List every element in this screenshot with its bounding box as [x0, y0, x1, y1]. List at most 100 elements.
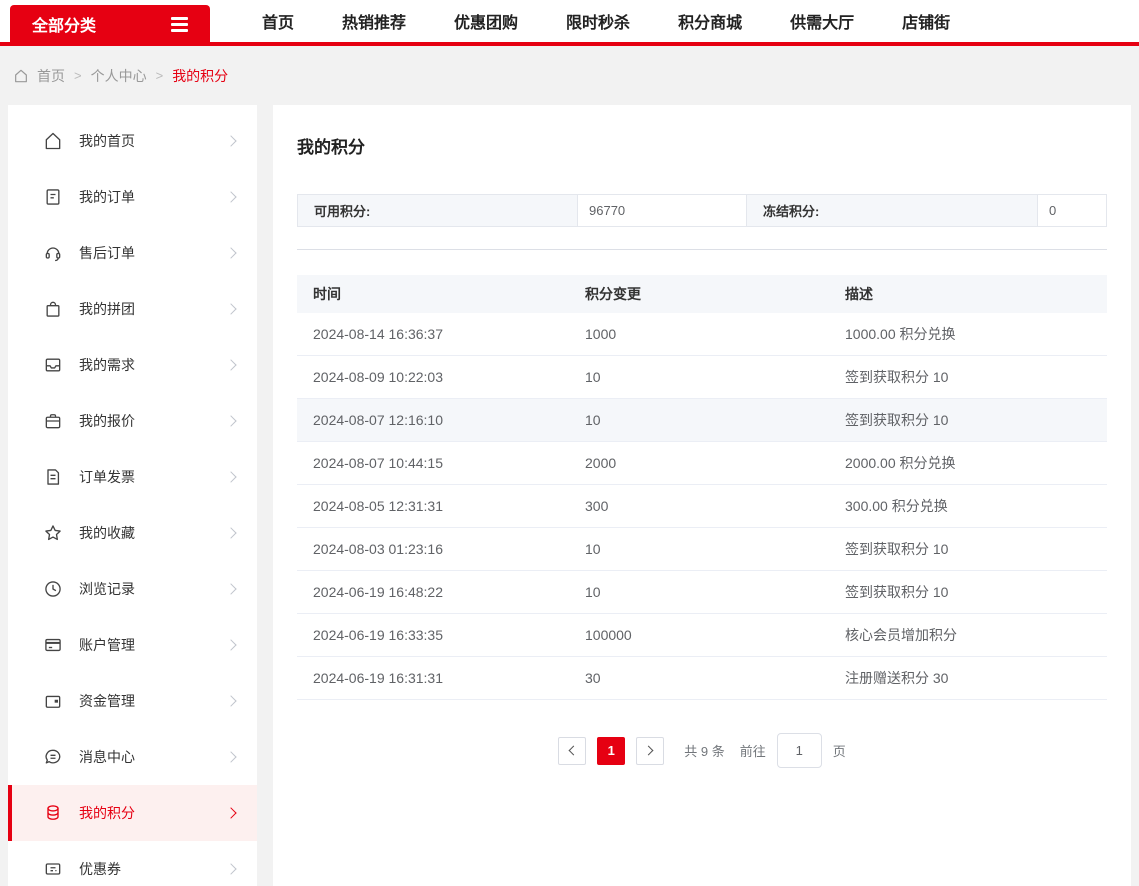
nav-item-points-mall[interactable]: 积分商城	[654, 9, 766, 33]
available-points-label: 可用积分:	[298, 195, 578, 226]
sidebar-item-message-center[interactable]: 消息中心	[8, 729, 257, 785]
nav-item-home[interactable]: 首页	[238, 9, 318, 33]
sidebar-item-my-orders[interactable]: 我的订单	[8, 169, 257, 225]
cell-change: 1000	[585, 326, 617, 342]
table-row: 2024-08-03 01:23:16 10 签到获取积分 10	[297, 528, 1107, 571]
cell-change: 100000	[585, 627, 632, 643]
table-row: 2024-08-07 10:44:15 2000 2000.00 积分兑换	[297, 442, 1107, 485]
sidebar-item-account-management[interactable]: 账户管理	[8, 617, 257, 673]
sidebar-item-coupons[interactable]: 优惠券	[8, 841, 257, 886]
sidebar-item-my-home[interactable]: 我的首页	[8, 113, 257, 169]
sidebar-item-label: 消息中心	[79, 749, 135, 765]
cell-desc: 注册赠送积分 30	[845, 670, 949, 686]
available-points-value: 96770	[578, 195, 747, 226]
pagination-page-unit: 页	[832, 744, 846, 759]
cell-time: 2024-08-14 16:36:37	[313, 326, 443, 342]
pagination-next-button[interactable]	[636, 736, 665, 765]
main-nav: 首页 热销推荐 优惠团购 限时秒杀 积分商城 供需大厅 店铺街	[238, 0, 974, 42]
cell-desc: 1000.00 积分兑换	[845, 326, 956, 342]
pagination-goto-label: 前往	[739, 744, 766, 759]
bag-icon	[42, 298, 64, 320]
chevron-right-icon	[225, 471, 237, 483]
column-header-change: 积分变更	[585, 286, 641, 302]
points-history-table: 时间 积分变更 描述 2024-08-14 16:36:37 1000 1000…	[297, 275, 1107, 700]
cell-time: 2024-06-19 16:48:22	[313, 584, 443, 600]
cell-time: 2024-06-19 16:33:35	[313, 627, 443, 643]
pagination-total-count: 共 9 条	[684, 744, 725, 759]
home-icon	[13, 68, 29, 84]
breadcrumb-item-my-points: 我的积分	[172, 67, 229, 84]
hamburger-menu-icon	[171, 16, 188, 32]
cell-change: 10	[585, 412, 601, 428]
briefcase-icon	[42, 410, 64, 432]
table-row: 2024-08-09 10:22:03 10 签到获取积分 10	[297, 356, 1107, 399]
breadcrumb-item-home[interactable]: 首页	[37, 66, 65, 86]
sidebar-item-label: 我的需求	[79, 357, 135, 373]
cell-time: 2024-08-07 10:44:15	[313, 455, 443, 471]
sidebar-item-my-groupbuy[interactable]: 我的拼团	[8, 281, 257, 337]
chevron-right-icon	[225, 639, 237, 651]
pagination-goto-input[interactable]	[776, 733, 822, 768]
sidebar: 我的首页 我的订单 售后订单 我的拼团 我的需求 我的报价 订单发票 我的收藏 …	[8, 105, 257, 886]
cell-change: 10	[585, 584, 601, 600]
sidebar-item-my-points[interactable]: 我的积分	[8, 785, 257, 841]
sidebar-item-label: 订单发票	[79, 469, 135, 485]
sidebar-item-label: 浏览记录	[79, 581, 135, 597]
coupon-icon	[42, 858, 64, 880]
pagination-page-1[interactable]: 1	[597, 736, 626, 765]
sidebar-item-label: 资金管理	[79, 693, 135, 709]
frozen-points-value: 0	[1038, 195, 1106, 226]
chevron-right-icon	[225, 191, 237, 203]
section-divider	[297, 249, 1107, 250]
card-icon	[42, 634, 64, 656]
sidebar-item-after-sale-orders[interactable]: 售后订单	[8, 225, 257, 281]
cell-time: 2024-08-09 10:22:03	[313, 369, 443, 385]
cell-time: 2024-06-19 16:31:31	[313, 670, 443, 686]
sidebar-item-label: 我的报价	[79, 413, 135, 429]
cell-desc: 签到获取积分 10	[845, 412, 949, 428]
table-row: 2024-06-19 16:31:31 30 注册赠送积分 30	[297, 657, 1107, 700]
sidebar-item-funds-management[interactable]: 资金管理	[8, 673, 257, 729]
breadcrumb-item-user-center[interactable]: 个人中心	[91, 66, 147, 86]
nav-item-hot[interactable]: 热销推荐	[318, 9, 430, 33]
table-row: 2024-06-19 16:48:22 10 签到获取积分 10	[297, 571, 1107, 614]
sidebar-item-label: 我的积分	[79, 805, 135, 821]
table-row: 2024-08-05 12:31:31 300 300.00 积分兑换	[297, 485, 1107, 528]
nav-item-groupbuy[interactable]: 优惠团购	[430, 9, 542, 33]
points-summary: 可用积分: 96770 冻结积分: 0	[297, 194, 1107, 227]
cell-change: 10	[585, 541, 601, 557]
cell-change: 300	[585, 498, 609, 514]
chevron-right-icon	[225, 359, 237, 371]
cell-time: 2024-08-03 01:23:16	[313, 541, 443, 557]
cell-desc: 2000.00 积分兑换	[845, 455, 956, 471]
nav-item-shop-street[interactable]: 店铺街	[878, 9, 974, 33]
wallet-icon	[42, 690, 64, 712]
chevron-right-icon	[225, 527, 237, 539]
frozen-points-label: 冻结积分:	[747, 195, 1038, 226]
sidebar-item-order-invoices[interactable]: 订单发票	[8, 449, 257, 505]
clock-icon	[42, 578, 64, 600]
cell-time: 2024-08-07 12:16:10	[313, 412, 443, 428]
cell-desc: 核心会员增加积分	[845, 627, 957, 643]
table-row: 2024-06-19 16:33:35 100000 核心会员增加积分	[297, 614, 1107, 657]
cell-desc: 300.00 积分兑换	[845, 498, 948, 514]
nav-item-flash-sale[interactable]: 限时秒杀	[542, 9, 654, 33]
sidebar-item-my-favorites[interactable]: 我的收藏	[8, 505, 257, 561]
message-icon	[42, 746, 64, 768]
cell-change: 2000	[585, 455, 617, 471]
table-row: 2024-08-14 16:36:37 1000 1000.00 积分兑换	[297, 313, 1107, 356]
column-header-time: 时间	[313, 286, 341, 302]
chevron-right-icon	[225, 415, 237, 427]
all-categories-button[interactable]: 全部分类	[10, 5, 210, 43]
pagination-prev-button[interactable]	[558, 736, 587, 765]
sidebar-item-label: 我的拼团	[79, 301, 135, 317]
chevron-right-icon	[225, 303, 237, 315]
page-content: 我的首页 我的订单 售后订单 我的拼团 我的需求 我的报价 订单发票 我的收藏 …	[0, 105, 1139, 886]
sidebar-item-label: 售后订单	[79, 245, 135, 261]
sidebar-item-browsing-history[interactable]: 浏览记录	[8, 561, 257, 617]
sidebar-item-my-demands[interactable]: 我的需求	[8, 337, 257, 393]
all-categories-label: 全部分类	[32, 18, 97, 35]
nav-item-supply-hall[interactable]: 供需大厅	[766, 9, 878, 33]
sidebar-item-my-quotes[interactable]: 我的报价	[8, 393, 257, 449]
star-icon	[42, 522, 64, 544]
